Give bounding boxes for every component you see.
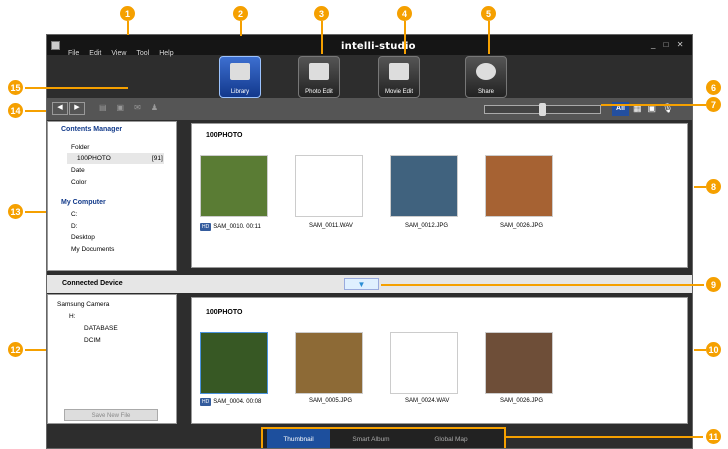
movie-edit-button[interactable]: Movie Edit [378, 56, 420, 98]
callout-12: 12 [8, 342, 23, 357]
callout-line-15 [25, 87, 128, 89]
drive-c[interactable]: C: [71, 211, 78, 218]
callout-line-7 [694, 104, 706, 106]
callout-5: 5 [481, 6, 496, 21]
callout-line-2 [240, 21, 242, 36]
photo-edit-button[interactable]: Photo Edit [298, 56, 340, 98]
expand-device-button[interactable]: ▼ [344, 278, 379, 290]
my-documents-item[interactable]: My Documents [71, 246, 114, 253]
desktop-item[interactable]: Desktop [71, 234, 95, 241]
tree-100photo[interactable]: 100PHOTO [77, 155, 111, 162]
database-folder[interactable]: DATABASE [84, 325, 118, 332]
smart-album-tab[interactable]: Smart Album [336, 429, 406, 448]
callout-line-8 [694, 186, 706, 188]
callout-line-9 [381, 284, 704, 286]
callout-line-13 [25, 211, 46, 213]
tree-color[interactable]: Color [71, 179, 87, 186]
callout-13: 13 [8, 204, 23, 219]
folder-count: [91] [152, 155, 163, 162]
callout-line-3 [321, 21, 323, 54]
callout-15: 15 [8, 80, 23, 95]
app-icon [51, 41, 60, 50]
callout-3: 3 [314, 6, 329, 21]
callout-10: 10 [706, 342, 721, 357]
callout-line-11 [506, 436, 703, 438]
callout-line-14 [25, 110, 46, 112]
tree-date[interactable]: Date [71, 167, 85, 174]
slider-thumb[interactable] [539, 103, 546, 116]
callout-line-4 [404, 21, 406, 54]
callout-line-5 [488, 21, 490, 54]
file-0012-caption: SAM_0012.JPG [405, 223, 449, 229]
device-folder-name: 100PHOTO [206, 309, 243, 316]
callout-11: 11 [706, 429, 721, 444]
back-button[interactable]: ◀ [52, 102, 68, 115]
callout-9: 9 [706, 277, 721, 292]
callout-1: 1 [120, 6, 135, 21]
forward-button[interactable]: ▶ [69, 102, 85, 115]
share-button[interactable]: Share [465, 56, 507, 98]
file-0010-caption: HD SAM_0010. 00:11 [200, 223, 261, 231]
dcim-folder[interactable]: DCIM [84, 337, 101, 344]
thumbnail-0011[interactable] [295, 155, 363, 217]
device-thumb-0005[interactable] [295, 332, 363, 394]
device-thumb-0004[interactable] [200, 332, 268, 394]
app-window: File Edit View Tool Help intelli-studio _ □ … [46, 34, 693, 449]
callout-line-6 [601, 104, 703, 106]
callout-line-12 [25, 349, 46, 351]
library-folder-name: 100PHOTO [206, 132, 243, 139]
samsung-camera-item[interactable]: Samsung Camera [57, 301, 109, 308]
device-file-0004-caption: HD SAM_0004. 00:08 [200, 398, 262, 406]
device-tree-panel [47, 294, 177, 424]
library-button[interactable]: Library [219, 56, 261, 98]
drive-h[interactable]: H: [69, 313, 76, 320]
device-thumb-0024[interactable] [390, 332, 458, 394]
thumbnail-tab[interactable]: Thumbnail [267, 429, 330, 448]
save-new-file-button[interactable]: Save New File [64, 409, 158, 421]
callout-4: 4 [397, 6, 412, 21]
drive-d[interactable]: D: [71, 223, 78, 230]
thumbnail-0026[interactable] [485, 155, 553, 217]
device-file-0005-caption: SAM_0005.JPG [309, 398, 353, 404]
callout-7: 7 [706, 97, 721, 112]
menu-tool[interactable]: Tool [136, 50, 149, 57]
my-computer-title: My Computer [61, 199, 106, 206]
contents-manager-title: Contents Manager [61, 126, 123, 133]
connected-device-title: Connected Device [62, 280, 123, 287]
device-thumb-0026[interactable] [485, 332, 553, 394]
menu-file[interactable]: File [68, 50, 79, 57]
callout-8: 8 [706, 179, 721, 194]
callout-line-1 [127, 21, 129, 35]
tree-folder[interactable]: Folder [71, 144, 89, 151]
global-map-tab[interactable]: Global Map [416, 429, 486, 448]
thumbnail-0010[interactable] [200, 155, 268, 217]
toolbar-icons[interactable]: ▤▣✉♟ [99, 103, 168, 112]
callout-14: 14 [8, 103, 23, 118]
device-file-0026-caption: SAM_0026.JPG [500, 398, 544, 404]
menu-help[interactable]: Help [159, 50, 173, 57]
callout-line-10 [694, 349, 706, 351]
thumbnail-0012[interactable] [390, 155, 458, 217]
file-0011-caption: SAM_0011.WAV [309, 223, 353, 229]
file-0026-caption: SAM_0026.JPG [500, 223, 544, 229]
callout-2: 2 [233, 6, 248, 21]
callout-6: 6 [706, 80, 721, 95]
window-controls[interactable]: _ □ ✕ [651, 40, 686, 49]
device-file-0024-caption: SAM_0024.WAV [405, 398, 450, 404]
menu-edit[interactable]: Edit [89, 50, 101, 57]
menu-view[interactable]: View [111, 50, 126, 57]
